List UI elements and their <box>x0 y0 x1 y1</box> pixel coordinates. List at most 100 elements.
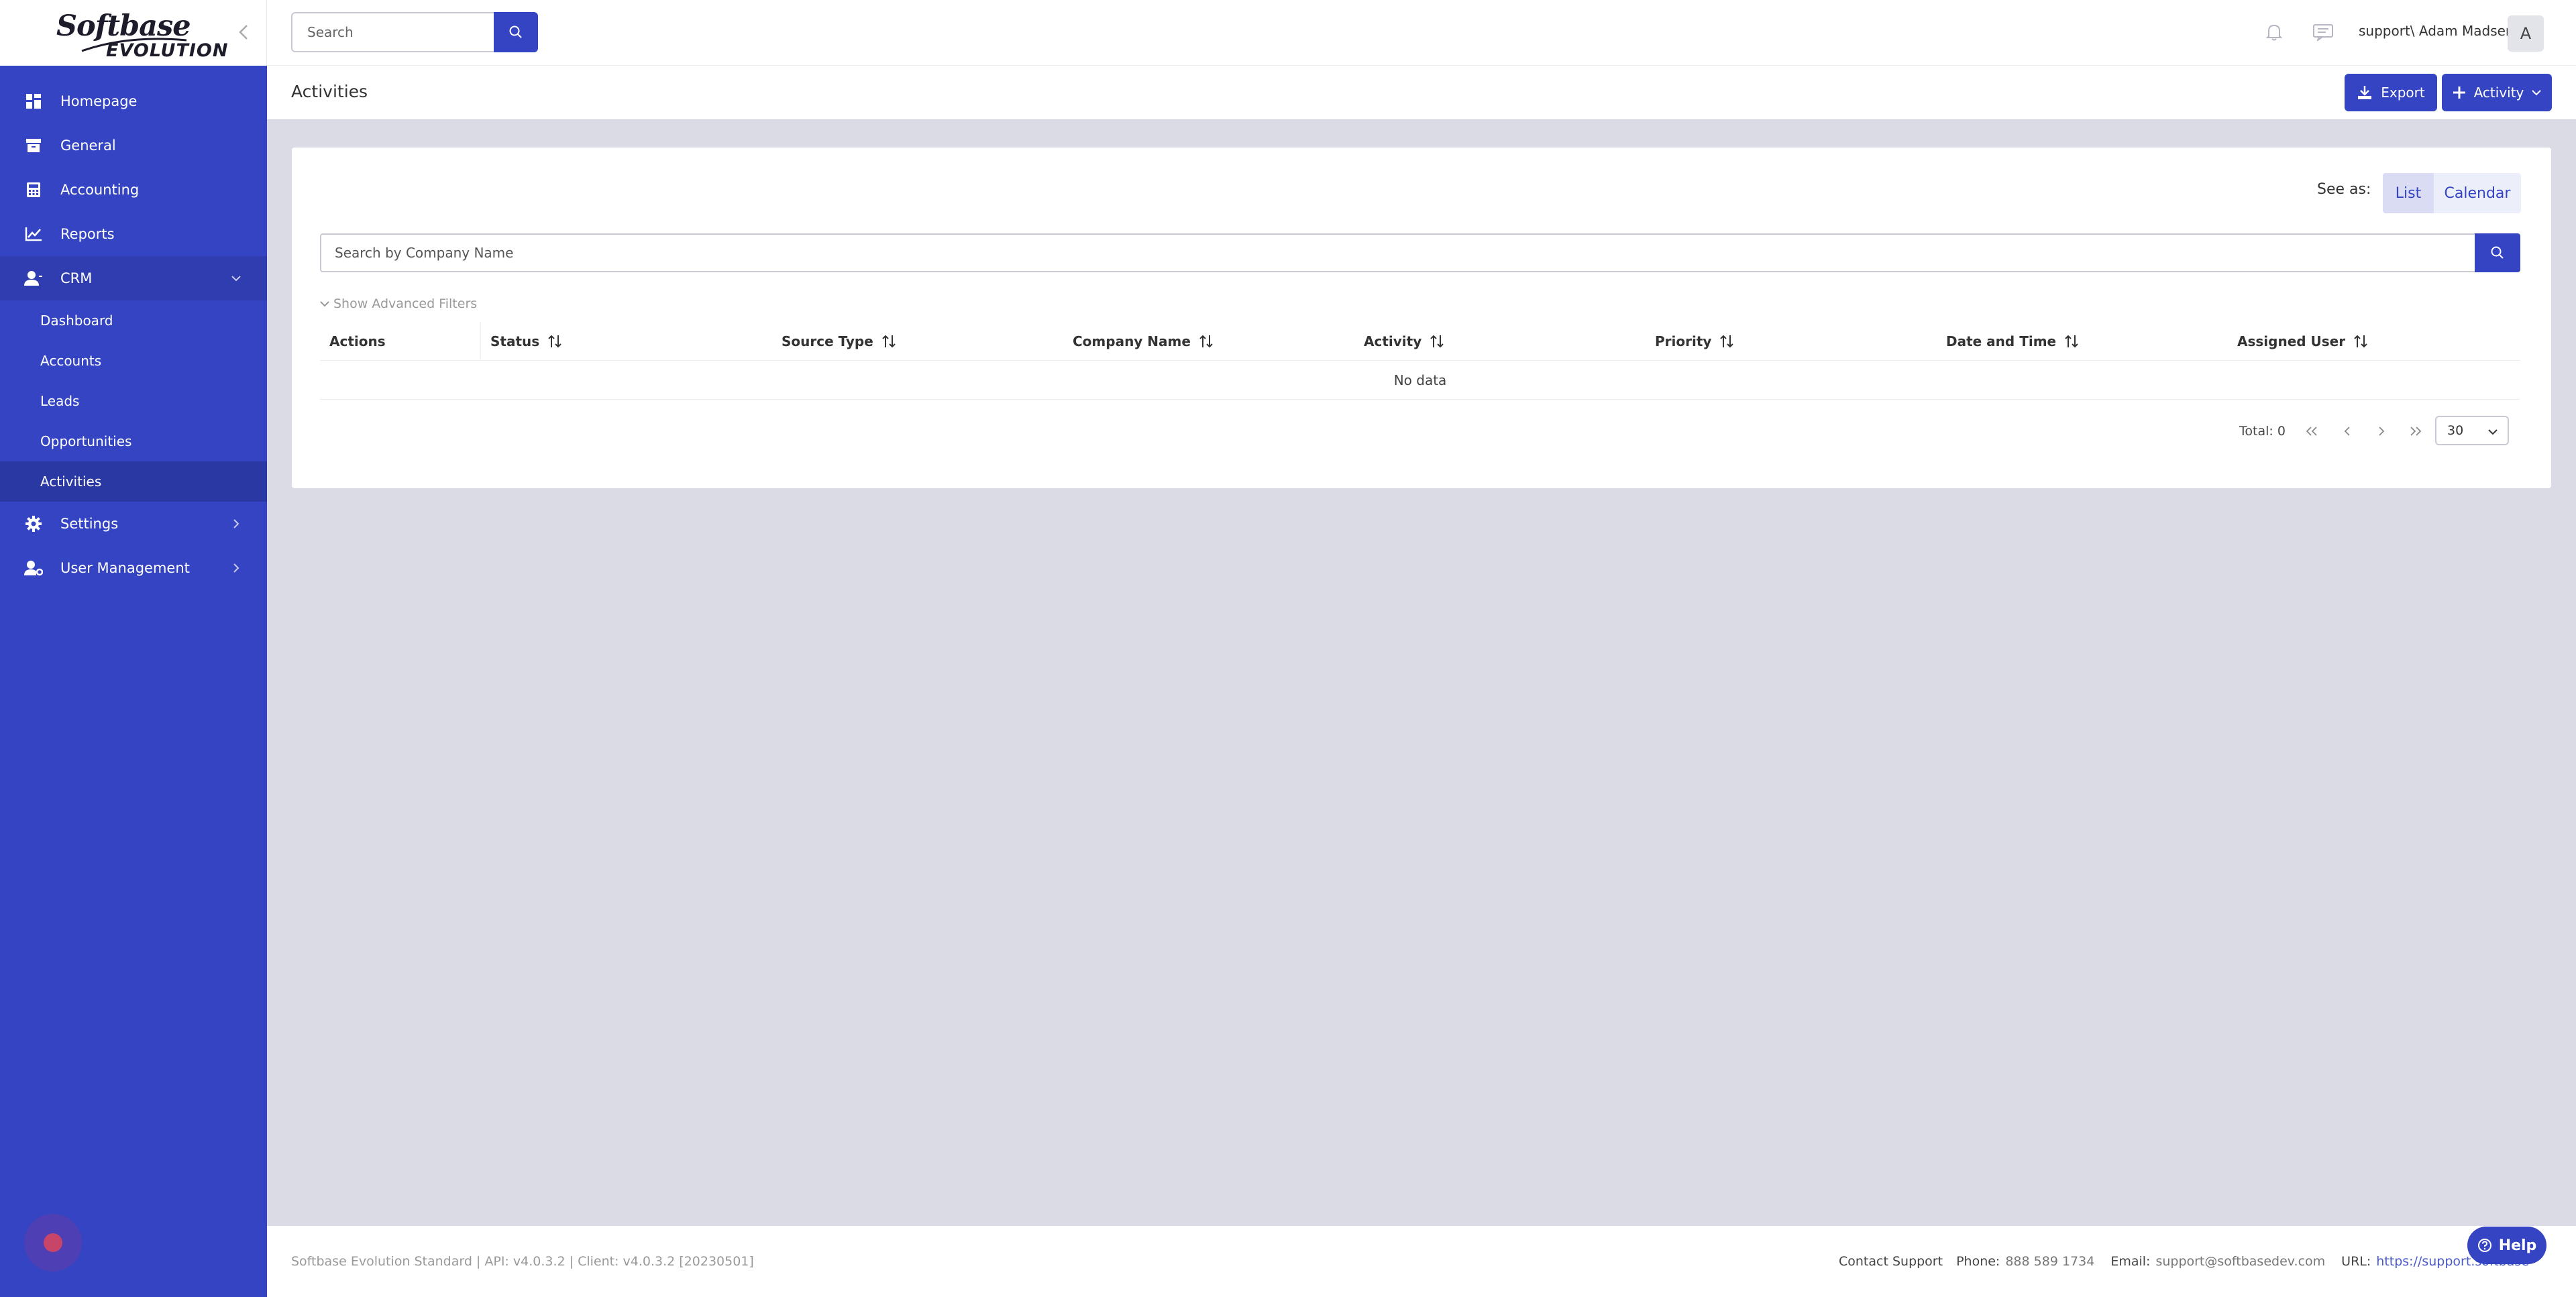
chat-widget-button[interactable] <box>24 1214 82 1272</box>
column-label: Status <box>490 333 540 349</box>
sidebar-item-accounting[interactable]: Accounting <box>0 168 267 212</box>
empty-table-message: No data <box>320 361 2520 400</box>
notifications-button[interactable] <box>2261 19 2288 46</box>
plus-icon <box>2453 87 2465 99</box>
chevron-down-icon <box>2532 90 2542 96</box>
topbar: support\ Adam Madsen A <box>267 0 2576 66</box>
global-search-input[interactable] <box>291 12 495 52</box>
sidebar-sub-dashboard[interactable]: Dashboard <box>0 300 267 341</box>
sidebar-item-label: Accounting <box>60 182 140 198</box>
sidebar-item-user-management[interactable]: User Management <box>0 546 267 590</box>
next-page-button[interactable] <box>2373 422 2390 440</box>
column-header-priority[interactable]: Priority <box>1646 322 1937 361</box>
sort-icon[interactable] <box>547 333 562 349</box>
chevron-down-icon <box>2488 429 2498 435</box>
add-activity-button[interactable]: Activity <box>2442 74 2552 111</box>
sort-icon[interactable] <box>1719 333 1734 349</box>
sidebar-item-homepage[interactable]: Homepage <box>0 79 267 123</box>
chevron-down-icon <box>229 272 243 285</box>
column-header-status[interactable]: Status <box>481 322 772 361</box>
chevron-right-icon <box>229 517 243 530</box>
sidebar-item-label: CRM <box>60 270 93 286</box>
sidebar-sub-opportunities[interactable]: Opportunities <box>0 421 267 461</box>
export-button-label: Export <box>2381 84 2425 101</box>
calculator-icon <box>24 180 43 199</box>
sort-icon[interactable] <box>1199 333 1214 349</box>
export-button[interactable]: Export <box>2345 74 2437 111</box>
messages-button[interactable] <box>2308 19 2339 46</box>
sidebar-sub-accounts[interactable]: Accounts <box>0 341 267 381</box>
logo-text-sub: EVOLUTION <box>106 40 229 61</box>
contact-support-label: Contact Support <box>1839 1254 1943 1269</box>
sidebar-item-label: Reports <box>60 226 115 242</box>
chevron-left-icon <box>2344 427 2350 436</box>
chevron-left-icon <box>239 25 248 40</box>
company-search-input[interactable] <box>320 233 2476 272</box>
download-icon <box>2358 86 2372 99</box>
sidebar-item-reports[interactable]: Reports <box>0 212 267 256</box>
sidebar-item-crm[interactable]: CRM <box>0 256 267 300</box>
column-header-company-name[interactable]: Company Name <box>1063 322 1354 361</box>
search-icon <box>509 25 522 38</box>
phone-label: Phone: <box>1956 1254 2000 1269</box>
help-label: Help <box>2498 1237 2537 1254</box>
activities-card: See as: List Calendar Show Advanced Filt… <box>292 148 2551 488</box>
company-search-button[interactable] <box>2475 233 2520 272</box>
view-calendar-button[interactable]: Calendar <box>2434 173 2521 213</box>
double-chevron-right-icon <box>2410 427 2422 436</box>
help-button[interactable]: Help <box>2467 1227 2546 1264</box>
sort-icon[interactable] <box>1430 333 1444 349</box>
user-icon <box>24 269 43 288</box>
sidebar-nav: Homepage General Accounting Reports CRM <box>0 66 267 590</box>
page-header: Activities Export Activity <box>267 66 2576 119</box>
table-header: Actions Status Source Type Company Name … <box>320 321 2520 361</box>
phone-value: 888 589 1734 <box>2005 1254 2095 1269</box>
column-header-assigned-user[interactable]: Assigned User <box>2228 322 2489 361</box>
last-page-button[interactable] <box>2407 422 2424 440</box>
show-advanced-filters-toggle[interactable]: Show Advanced Filters <box>320 296 477 311</box>
collapse-sidebar-button[interactable] <box>230 19 257 46</box>
footer: Softbase Evolution Standard | API: v4.0.… <box>267 1226 2576 1297</box>
column-header-activity[interactable]: Activity <box>1354 322 1646 361</box>
question-circle-icon <box>2477 1239 2491 1252</box>
email-label: Email: <box>2110 1254 2151 1269</box>
avatar[interactable]: A <box>2508 15 2544 52</box>
chevron-right-icon <box>229 561 243 575</box>
sidebar-sub-leads[interactable]: Leads <box>0 381 267 421</box>
softbase-logo[interactable]: Softbase EVOLUTION <box>54 9 227 61</box>
user-name[interactable]: support\ Adam Madsen <box>2359 23 2514 39</box>
see-as-label: See as: <box>2317 181 2371 198</box>
archive-box-icon <box>24 136 43 155</box>
chat-icon <box>44 1233 62 1252</box>
chevron-down-icon <box>320 301 329 307</box>
sidebar: Softbase EVOLUTION Homepage General Acco… <box>0 0 267 1297</box>
chevron-right-icon <box>2379 427 2385 436</box>
sidebar-sub-activities[interactable]: Activities <box>0 461 267 502</box>
add-activity-label: Activity <box>2473 84 2524 101</box>
activities-table: Actions Status Source Type Company Name … <box>320 321 2520 400</box>
sort-icon[interactable] <box>2064 333 2079 349</box>
column-label: Priority <box>1655 333 1712 349</box>
column-header-date-time[interactable]: Date and Time <box>1937 322 2228 361</box>
view-list-button[interactable]: List <box>2383 173 2434 213</box>
sort-icon[interactable] <box>881 333 896 349</box>
url-label: URL: <box>2341 1254 2371 1269</box>
version-info: Softbase Evolution Standard | API: v4.0.… <box>291 1254 754 1269</box>
sidebar-item-general[interactable]: General <box>0 123 267 168</box>
pagination: Total: 0 30 <box>292 414 2520 447</box>
user-gear-icon <box>24 559 43 577</box>
sort-icon[interactable] <box>2353 333 2368 349</box>
column-label: Activity <box>1364 333 1422 349</box>
email-link[interactable]: support@softbasedev.com <box>2155 1254 2325 1269</box>
page-size-select[interactable]: 30 <box>2435 416 2509 445</box>
sidebar-item-settings[interactable]: Settings <box>0 502 267 546</box>
column-header-source-type[interactable]: Source Type <box>772 322 1063 361</box>
gear-icon <box>24 514 43 533</box>
first-page-button[interactable] <box>2303 422 2320 440</box>
global-search-button[interactable] <box>494 12 538 52</box>
line-chart-icon <box>24 225 43 243</box>
sidebar-item-label: General <box>60 137 116 154</box>
double-chevron-left-icon <box>2306 427 2317 436</box>
prev-page-button[interactable] <box>2339 422 2356 440</box>
column-label: Assigned User <box>2237 333 2346 349</box>
